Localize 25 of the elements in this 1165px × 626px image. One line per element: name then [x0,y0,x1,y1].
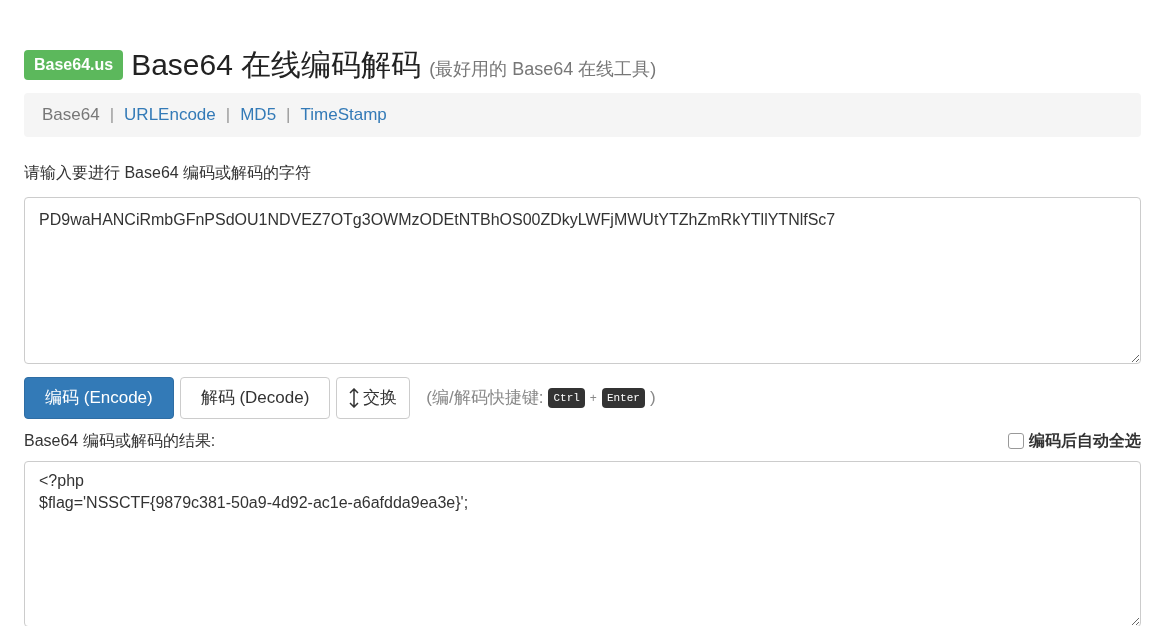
nav-separator: | [286,104,291,127]
nav-separator: | [225,104,231,127]
output-label: Base64 编码或解码的结果: [24,431,216,451]
nav-link[interactable]: Base64 [42,102,100,128]
input-label: 请输入要进行 Base64 编码或解码的字符 [24,163,313,183]
decode-button[interactable]: 解码 (Decode) [179,377,331,419]
plus-sign: + [589,390,597,407]
checkbox[interactable] [1008,433,1024,449]
site-badge: Base64.us [24,50,124,80]
key-cap: Enter [601,387,645,409]
page-title: Base64 在线编码解码 [131,47,422,83]
shortcut-hint-close: ) [649,387,656,410]
output-field[interactable]: <?php $flag='NSSCTF{9879c381-50a9-4d92-ac1e-a6afdda9ea3e}'; [24,461,1141,626]
key-cap: Ctrl [548,387,585,409]
nav-link[interactable]: MD5 [240,102,277,128]
nav-link[interactable]: URLEncode [124,102,216,128]
checkbox-label: 编码后自动全选 [1029,431,1141,451]
swap-button[interactable]: 交换 [336,377,411,419]
encode-button[interactable]: 编码 (Encode) [24,377,174,419]
nav-separator: | [109,104,115,127]
shortcut-hint: (编/解码快捷键: [426,387,544,410]
page-subtitle: (最好用的 Base64 在线工具) [429,58,657,81]
input-field[interactable]: PD9waHANCiRmbGFnPSdOU1NDVEZ7OTg3OWMzODEtNTBhOS00ZDkyLWFjMWUtYTZhZmRkYTllYTNlfSc7 [24,197,1141,364]
nav-link[interactable]: TimeStamp [300,102,387,128]
up-down-arrow-icon [349,388,360,408]
